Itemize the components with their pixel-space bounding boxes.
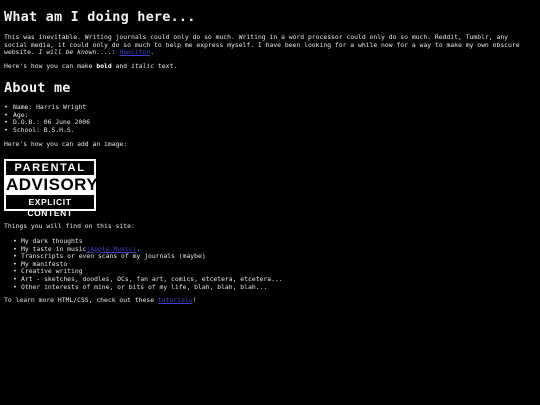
image-paragraph: Here's how you can add an image: [4, 140, 128, 148]
about-list: Name: Harris Wright Age: D.O.B.: 06 June… [4, 103, 90, 135]
bold-word: bold [96, 62, 112, 70]
intro-italic: I will be known.... [38, 48, 112, 57]
format-suffix: text. [154, 62, 178, 70]
learn-prefix: To learn more HTML/CSS, check out these [4, 296, 158, 304]
learn-paragraph: To learn more HTML/CSS, check out these … [4, 296, 534, 305]
hamilton-link[interactable]: Hamilton [119, 48, 150, 56]
intro-end: . [150, 48, 155, 57]
pa-line2: ADVISORY [6, 175, 99, 195]
tutorials-link[interactable]: tutorials [158, 296, 193, 304]
intro-paragraph: This was inevitable. Writing journals co… [4, 33, 534, 57]
format-paragraph: Here's how you can make bold and italic … [4, 62, 534, 71]
things-list: My dark thoughts My taste in music(Apple… [4, 237, 283, 292]
format-middle: and [111, 62, 131, 70]
parental-advisory-label: PARENTAL ADVISORY EXPLICIT CONTENT [6, 161, 99, 218]
list-item: Other interests of mine, or bits of my l… [4, 283, 283, 292]
parental-advisory-image: PARENTAL ADVISORY EXPLICIT CONTENT [4, 159, 99, 218]
format-prefix: Here's how you can make [4, 62, 97, 70]
things-paragraph: Things you will find on this site: [4, 222, 135, 230]
about-heading: About me [4, 80, 71, 96]
about-school: School: B.S.H.S. [4, 126, 90, 135]
pa-line3: EXPLICIT CONTENT [27, 197, 73, 218]
page-heading: What am I doing here... [4, 9, 196, 25]
italic-word: italic [130, 62, 155, 70]
learn-suffix: ! [192, 296, 197, 304]
pa-line1: PARENTAL [14, 162, 86, 174]
